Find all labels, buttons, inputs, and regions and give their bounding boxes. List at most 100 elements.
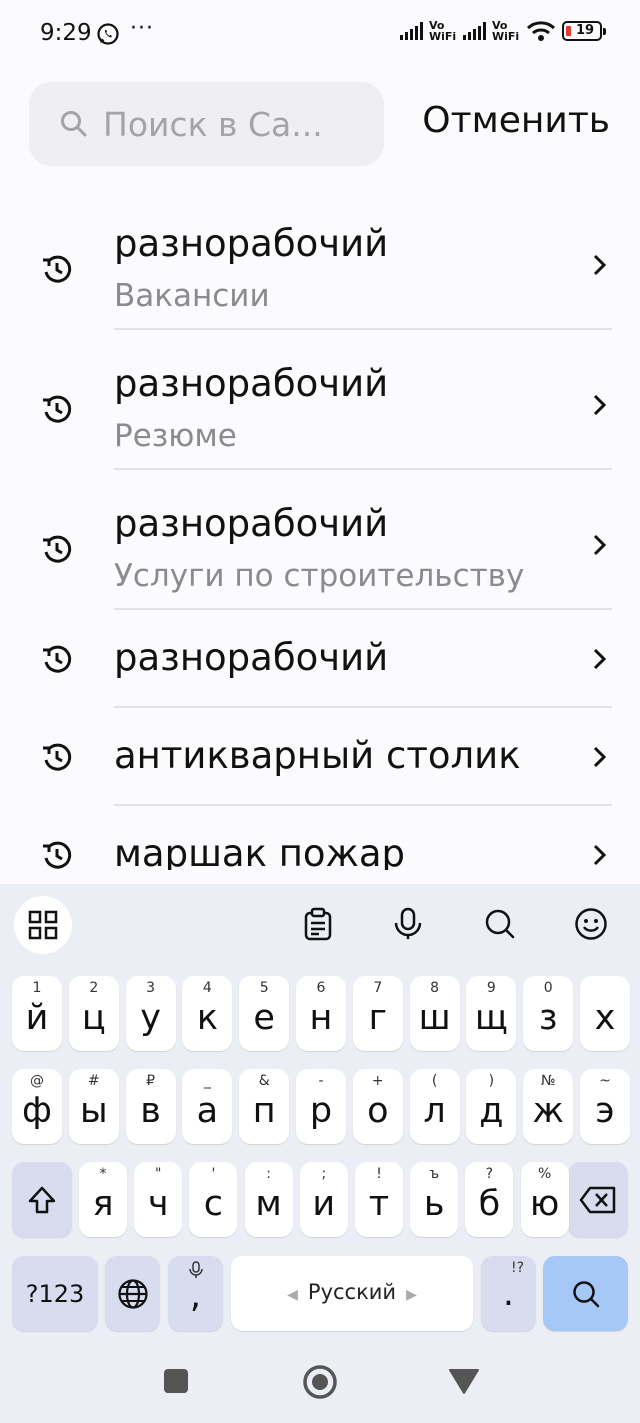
key-hint: 2: [89, 980, 99, 996]
key-char: п: [252, 1091, 276, 1131]
key[interactable]: % ю: [520, 1162, 569, 1237]
vowifi-label: Vo WiFi: [492, 20, 520, 42]
search-input[interactable]: [103, 104, 343, 144]
key[interactable]: _ а: [182, 1069, 233, 1144]
key[interactable]: 6н: [296, 976, 346, 1051]
key[interactable]: (л: [409, 1069, 460, 1144]
key-char: к: [196, 998, 218, 1038]
emoji-button[interactable]: [567, 900, 615, 948]
key-hint: 6: [316, 980, 326, 996]
key-hint: №: [540, 1073, 556, 1089]
shift-key[interactable]: [12, 1162, 72, 1237]
backspace-icon: [579, 1186, 616, 1213]
key-char: е: [253, 998, 275, 1038]
history-query: разнорабочий: [114, 636, 389, 679]
key[interactable]: 2ц: [68, 976, 119, 1051]
backspace-key[interactable]: [568, 1162, 628, 1237]
keyboard-toolbar: [0, 884, 640, 964]
key-char: ш: [418, 998, 451, 1038]
history-item[interactable]: разнорабочий Услуги по строительству: [0, 470, 640, 610]
period-key[interactable]: !? .: [481, 1256, 536, 1331]
key-char: о: [367, 1091, 389, 1131]
language-key[interactable]: [105, 1256, 160, 1331]
key-char: ю: [529, 1184, 560, 1224]
key[interactable]: ! т: [355, 1162, 403, 1237]
search-icon: [61, 111, 87, 137]
key[interactable]: :м: [244, 1162, 293, 1237]
history-icon: [43, 743, 72, 771]
apps-grid-button[interactable]: [14, 896, 72, 954]
caret-left-icon: ◀: [287, 1287, 298, 1303]
key-char: р: [309, 1091, 333, 1131]
key[interactable]: + о: [352, 1069, 403, 1144]
search-box[interactable]: [29, 82, 384, 166]
back-button[interactable]: [449, 1369, 479, 1399]
key[interactable]: ? б: [465, 1162, 514, 1237]
key[interactable]: * я: [79, 1162, 127, 1237]
key[interactable]: 0з: [523, 976, 574, 1051]
history-item[interactable]: разнорабочий Вакансии: [0, 190, 640, 330]
clipboard-button[interactable]: [294, 900, 342, 948]
key-hint: 0: [543, 980, 553, 996]
wifi-icon: [526, 21, 556, 41]
key[interactable]: -р: [296, 1069, 346, 1144]
home-button[interactable]: [302, 1364, 338, 1404]
key[interactable]: 4к: [182, 976, 233, 1051]
key[interactable]: " ч: [134, 1162, 183, 1237]
key-char: л: [423, 1091, 446, 1131]
space-language-label: Русский: [307, 1280, 397, 1304]
key-char: э: [595, 1091, 615, 1131]
key[interactable]: 9щ: [466, 976, 517, 1051]
key[interactable]: х: [580, 976, 630, 1051]
key[interactable]: ) д: [466, 1069, 517, 1144]
key[interactable]: # ы: [68, 1069, 119, 1144]
key[interactable]: 3у: [125, 976, 176, 1051]
symbols-key[interactable]: ?123: [12, 1256, 98, 1331]
history-item[interactable]: разнорабочий Резюме: [0, 330, 640, 470]
key[interactable]: 1й: [12, 976, 62, 1051]
comma-key[interactable]: ,: [168, 1256, 223, 1331]
keyboard-search-button[interactable]: [476, 900, 524, 948]
key-char: ф: [22, 1091, 52, 1131]
history-item[interactable]: маршак пожар: [0, 806, 640, 870]
key[interactable]: № ж: [523, 1069, 574, 1144]
battery-indicator: 19: [562, 21, 606, 41]
key[interactable]: 5е: [239, 976, 290, 1051]
key-char: т: [368, 1184, 390, 1224]
clipboard-icon: [304, 907, 332, 941]
history-query: разнорабочий: [114, 362, 389, 405]
key-char: ь: [423, 1184, 445, 1224]
period-char: .: [502, 1274, 515, 1314]
search-icon: [572, 1280, 599, 1307]
key-char: б: [478, 1184, 501, 1224]
search-action-key[interactable]: [543, 1256, 628, 1331]
chevron-right-icon: [593, 534, 607, 556]
key[interactable]: ъь: [410, 1162, 459, 1237]
search-icon: [485, 909, 515, 939]
battery-level: 19: [575, 23, 595, 38]
key[interactable]: ; и: [299, 1162, 348, 1237]
key[interactable]: 8ш: [409, 976, 460, 1051]
cancel-button[interactable]: Отменить: [422, 100, 610, 141]
history-category: Резюме: [114, 418, 237, 454]
recents-button[interactable]: [163, 1368, 189, 1398]
key[interactable]: & п: [239, 1069, 290, 1144]
key-char: в: [140, 1091, 161, 1131]
history-item[interactable]: антикварный столик: [0, 708, 640, 806]
chevron-right-icon: [593, 648, 607, 670]
key[interactable]: ' с: [189, 1162, 238, 1237]
key[interactable]: ~ э: [580, 1069, 630, 1144]
key[interactable]: 7г: [352, 976, 403, 1051]
history-icon: [43, 395, 72, 423]
space-key[interactable]: ◀ Русский ▶: [231, 1256, 473, 1331]
key[interactable]: ₽ в: [125, 1069, 176, 1144]
history-item[interactable]: разнорабочий: [0, 610, 640, 708]
history-category: Вакансии: [114, 278, 270, 314]
history-category: Услуги по строительству: [114, 558, 525, 594]
key-char: с: [203, 1184, 224, 1224]
history-icon: [43, 255, 72, 283]
chevron-right-icon: [593, 394, 607, 416]
key[interactable]: @ ф: [12, 1069, 62, 1144]
signal-icon: [400, 22, 423, 40]
voice-input-button[interactable]: [384, 900, 432, 948]
